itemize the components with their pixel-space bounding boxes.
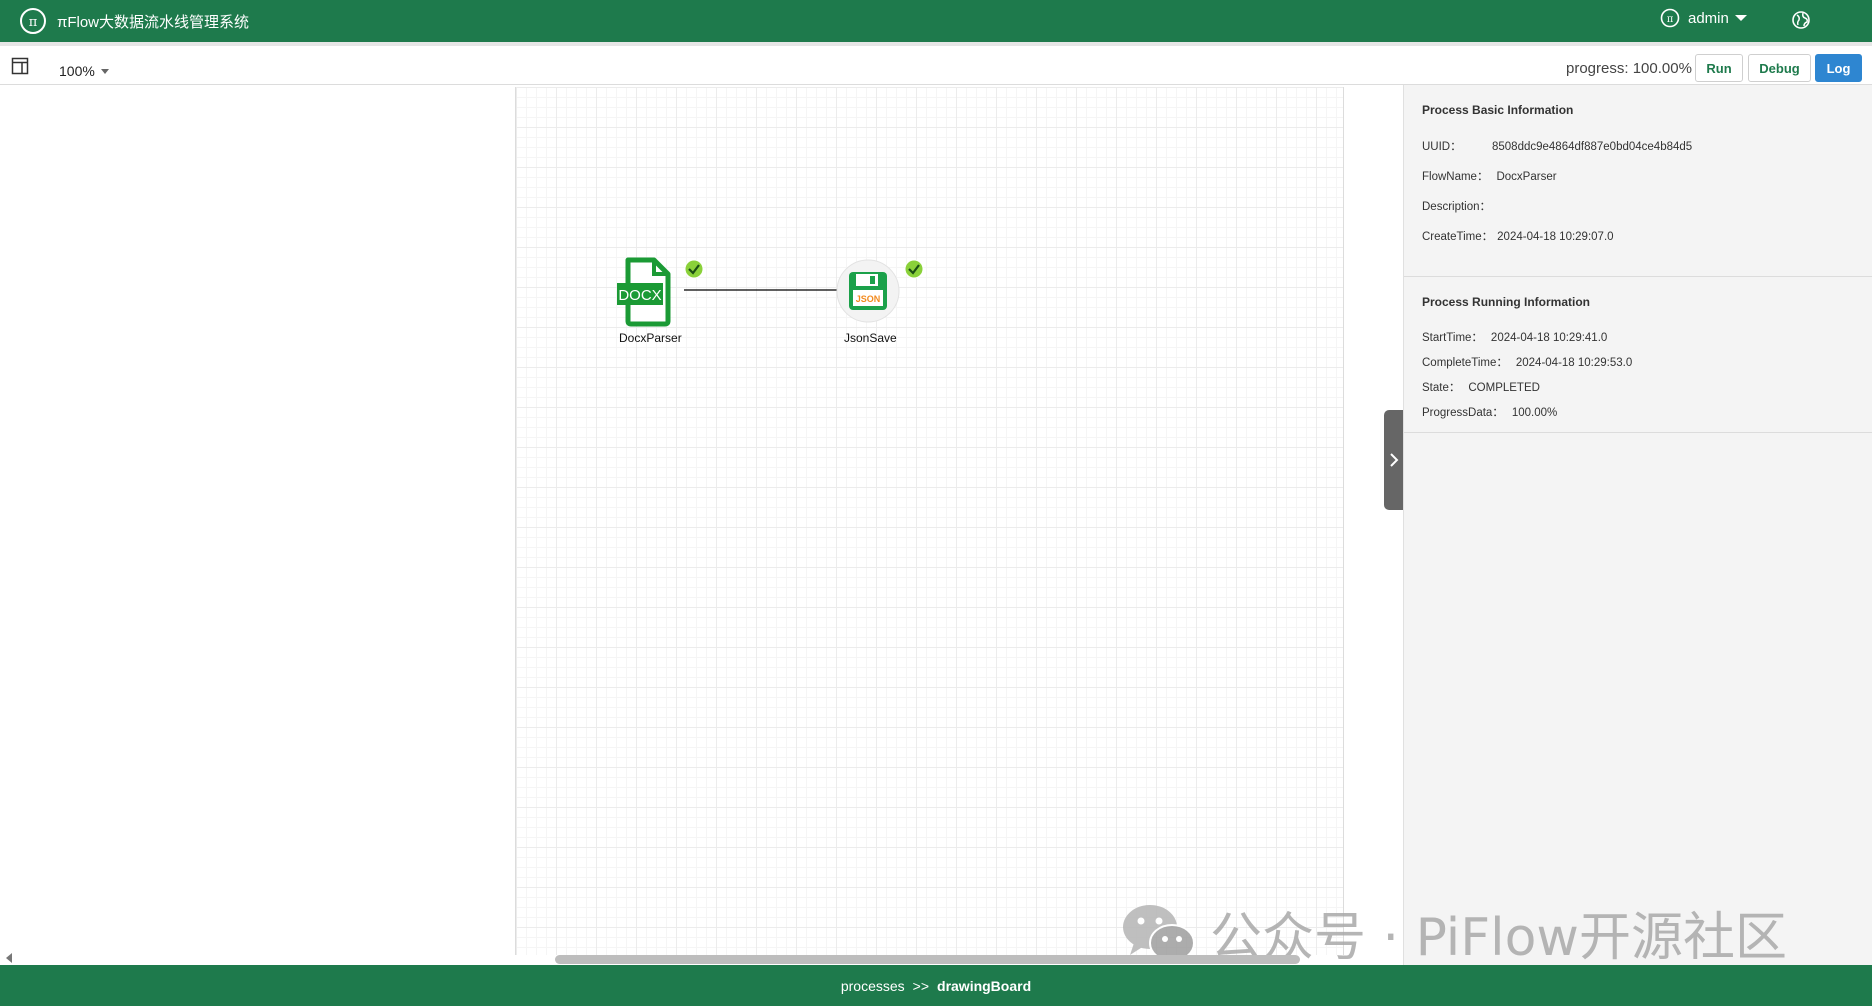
horizontal-scrollbar-thumb[interactable] bbox=[555, 955, 1300, 964]
chevron-down-icon bbox=[1734, 15, 1747, 21]
svg-text:DOCX: DOCX bbox=[618, 287, 661, 304]
progress-label: progress: bbox=[1566, 60, 1629, 77]
flow-edge[interactable] bbox=[684, 284, 859, 296]
collapse-panel-button[interactable] bbox=[1384, 410, 1404, 510]
toolbar: 100% progress: 100.00% Run Debug Log bbox=[0, 42, 1872, 85]
run-button[interactable]: Run bbox=[1695, 54, 1743, 82]
createtime-row: CreateTime： 2024-04-18 10:29:07.0 bbox=[1422, 228, 1614, 244]
user-name: admin bbox=[1688, 9, 1729, 27]
node-docxparser[interactable]: DOCX bbox=[616, 257, 676, 327]
createtime-value: 2024-04-18 10:29:07.0 bbox=[1497, 231, 1614, 243]
svg-text:π: π bbox=[29, 15, 38, 30]
basic-info-section: Process Basic Information UUID： 8508ddc9e… bbox=[1404, 85, 1872, 277]
svg-text:JSON: JSON bbox=[856, 294, 881, 304]
completetime-value: 2024-04-18 10:29:53.0 bbox=[1515, 357, 1633, 369]
completetime-row: CompleteTime： 2024-04-18 10:29:53.0 bbox=[1422, 354, 1632, 370]
zoom-level: 100% bbox=[59, 63, 95, 79]
description-label: Description： bbox=[1422, 201, 1492, 213]
user-logo-icon: π bbox=[1660, 8, 1680, 28]
progress-indicator: progress: 100.00% bbox=[1566, 60, 1692, 77]
state-label: State： bbox=[1422, 382, 1461, 394]
node-label-docxparser: DocxParser bbox=[619, 331, 682, 345]
flowname-row: FlowName： DocxParser bbox=[1422, 168, 1557, 184]
state-row: State： COMPLETED bbox=[1422, 379, 1540, 395]
docx-file-icon: DOCX bbox=[617, 257, 671, 327]
progress-value: 100.00% bbox=[1632, 60, 1692, 77]
chevron-down-icon bbox=[100, 68, 109, 74]
uuid-value: 8508ddc9e4864df887e0bd04ce4b84d5 bbox=[1492, 141, 1693, 153]
flowname-label: FlowName： bbox=[1422, 171, 1489, 183]
running-info-section: Process Running Information StartTime： 20… bbox=[1404, 277, 1872, 433]
process-info-panel: Process Basic Information UUID： 8508ddc9e… bbox=[1403, 85, 1872, 965]
breadcrumb-separator: >> bbox=[912, 977, 930, 994]
scroll-left-arrow-icon[interactable] bbox=[6, 953, 12, 963]
chevron-right-icon bbox=[1390, 453, 1399, 467]
app-title: πFlow大数据流水线管理系统 bbox=[57, 14, 250, 31]
success-check-icon bbox=[904, 259, 924, 279]
breadcrumb-current: drawingBoard bbox=[937, 977, 1032, 994]
node-jsonsave[interactable]: JSON bbox=[836, 259, 900, 323]
pi-logo-icon: π bbox=[20, 8, 46, 34]
uuid-label: UUID： bbox=[1422, 141, 1462, 153]
starttime-value: 2024-04-18 10:29:41.0 bbox=[1490, 332, 1608, 344]
starttime-row: StartTime： 2024-04-18 10:29:41.0 bbox=[1422, 329, 1607, 345]
layout-toggle-icon[interactable] bbox=[11, 57, 29, 75]
stops-panel bbox=[0, 85, 515, 965]
svg-text:π: π bbox=[1667, 14, 1674, 25]
json-save-icon: JSON bbox=[836, 259, 900, 323]
footer-breadcrumb: processes >> drawingBoard bbox=[0, 965, 1872, 1006]
user-menu[interactable]: π admin bbox=[1660, 8, 1747, 28]
success-check-icon bbox=[684, 259, 704, 279]
top-header: π πFlow大数据流水线管理系统 π admin bbox=[0, 0, 1872, 42]
flowname-value: DocxParser bbox=[1496, 171, 1557, 183]
uuid-row: UUID： 8508ddc9e4864df887e0bd04ce4b84d5 bbox=[1422, 138, 1692, 154]
starttime-label: StartTime： bbox=[1422, 332, 1483, 344]
progressdata-row: ProgressData： 100.00% bbox=[1422, 404, 1557, 420]
running-info-title: Process Running Information bbox=[1422, 295, 1591, 309]
debug-button[interactable]: Debug bbox=[1748, 54, 1811, 82]
breadcrumb-processes[interactable]: processes bbox=[841, 978, 905, 994]
completetime-label: CompleteTime： bbox=[1422, 357, 1508, 369]
progressdata-value: 100.00% bbox=[1511, 407, 1558, 419]
log-button[interactable]: Log bbox=[1815, 54, 1862, 82]
zoom-select[interactable]: 100% bbox=[59, 63, 109, 79]
globe-icon[interactable] bbox=[1791, 10, 1811, 30]
basic-info-title: Process Basic Information bbox=[1422, 103, 1574, 117]
createtime-label: CreateTime： bbox=[1422, 231, 1494, 243]
description-row: Description： bbox=[1422, 198, 1499, 214]
node-label-jsonsave: JsonSave bbox=[844, 331, 897, 345]
progressdata-label: ProgressData： bbox=[1422, 407, 1504, 419]
drawing-canvas[interactable]: DOCX DocxParser JSON JsonSave bbox=[515, 87, 1344, 955]
state-value: COMPLETED bbox=[1468, 382, 1540, 394]
